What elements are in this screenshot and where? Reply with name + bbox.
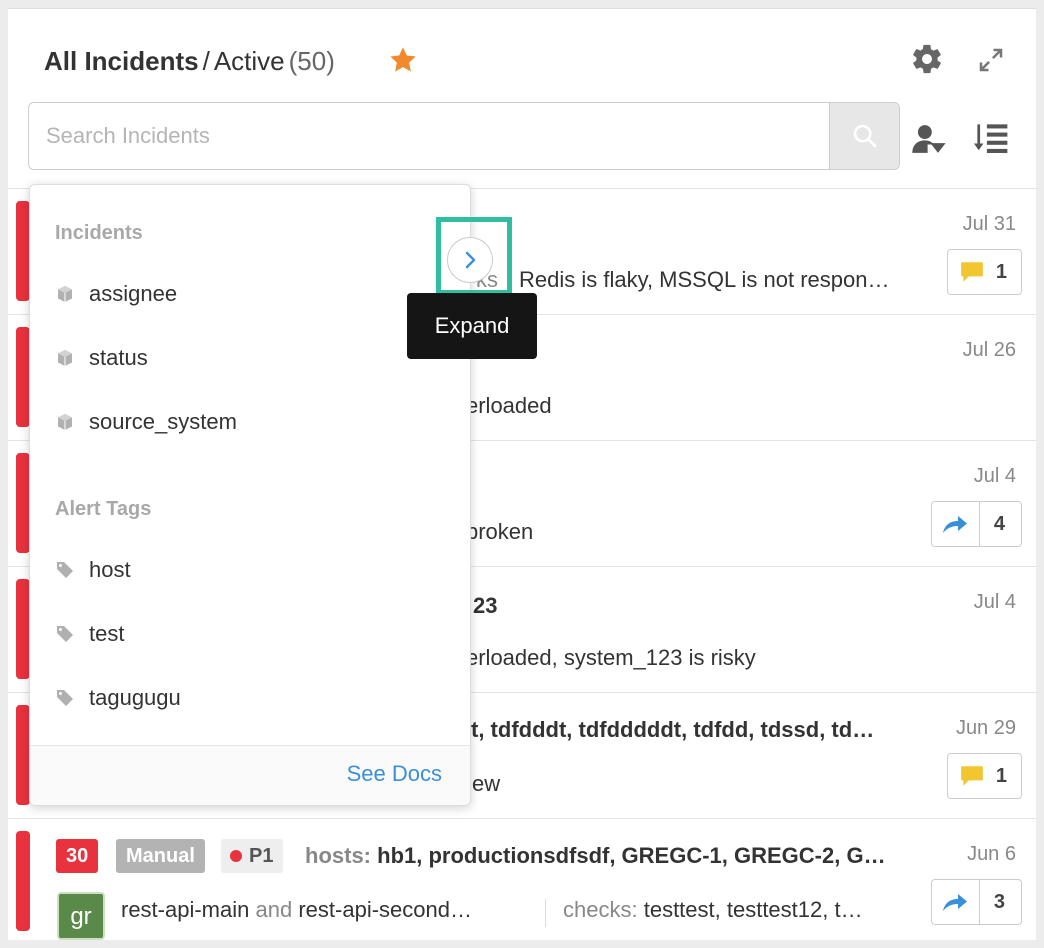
incident-hosts: 23 — [473, 593, 498, 618]
tag-label: test — [89, 621, 125, 646]
search-icon — [853, 124, 876, 148]
alert-count-badge: 30 — [56, 839, 99, 873]
checks-value: testtest, testtest12, t… — [643, 897, 863, 922]
service-and: and — [255, 897, 293, 922]
incident-date: Jul 31 — [962, 213, 1016, 235]
tag-label: tagugugu — [89, 685, 181, 710]
priority-dot-icon — [230, 850, 242, 862]
severity-bar — [16, 327, 30, 427]
incidents-panel: All Incidents / Active (50) Search Incid… — [8, 8, 1036, 940]
incident-services: rest-api-main and rest-api-second… — [121, 897, 472, 923]
share-icon — [932, 880, 980, 924]
field-label: source_system — [89, 409, 237, 434]
incident-alerts: broken — [466, 519, 534, 544]
cube-icon — [55, 412, 75, 432]
field-source-system[interactable]: source_system — [55, 406, 237, 438]
comment-button[interactable]: 1 — [946, 753, 1022, 799]
escalation-button[interactable]: 4 — [930, 501, 1022, 547]
hosts-value: hb1, productionsdfsdf, GREGC-1, GREGC-2,… — [377, 843, 886, 868]
incident-alerts: ew — [472, 771, 501, 796]
tag-host[interactable]: host — [55, 554, 131, 586]
share-icon — [932, 502, 980, 546]
search-bar — [28, 102, 900, 170]
incident-date: Jul 4 — [973, 591, 1016, 613]
incident-alerts: erloaded — [466, 393, 552, 418]
title-separator: / — [202, 46, 210, 76]
incident-date: Jun 6 — [967, 843, 1016, 865]
search-input[interactable] — [29, 103, 829, 169]
incident-hosts: hosts: hb1, productionsdfsdf, GREGC-1, G… — [305, 843, 886, 869]
escalation-count: 4 — [993, 512, 1005, 535]
tag-icon — [55, 560, 75, 580]
comment-count: 1 — [995, 260, 1007, 283]
severity-bar — [16, 705, 30, 805]
incident-alerts: Redis is flaky, MSSQL is not respon… — [519, 267, 890, 292]
title-count: (50) — [288, 46, 335, 76]
divider — [545, 899, 546, 927]
field-assignee[interactable]: assignee — [55, 278, 177, 310]
incident-row[interactable]: 30 Manual P1 hosts: hb1, productionsdfsd… — [8, 818, 1036, 940]
escalation-count: 3 — [993, 890, 1005, 913]
priority-badge: P1 — [221, 839, 284, 873]
tag-label: host — [89, 557, 131, 582]
field-label: assignee — [89, 281, 178, 306]
title-all-incidents[interactable]: All Incidents — [44, 46, 199, 76]
comment-icon — [948, 250, 996, 294]
service-second: rest-api-second… — [298, 897, 472, 922]
field-label: status — [89, 345, 148, 370]
tag-icon — [55, 688, 75, 708]
assignee-filter-icon[interactable] — [911, 122, 947, 156]
service-main: rest-api-main — [121, 897, 250, 922]
incident-date: Jul 26 — [962, 339, 1016, 361]
incident-alerts: erloaded, system_123 is risky — [466, 645, 756, 670]
see-docs-link[interactable]: See Docs — [347, 761, 442, 787]
section-incidents-heading: Incidents — [55, 222, 143, 244]
dropdown-footer: See Docs — [30, 745, 470, 805]
severity-bar — [16, 201, 30, 301]
tag-test[interactable]: test — [55, 618, 124, 650]
incident-checks: checks: testtest, testtest12, t… — [563, 897, 863, 923]
priority-label: P1 — [249, 845, 274, 867]
checks-label: checks: — [563, 897, 638, 922]
expand-tooltip: Expand — [407, 293, 537, 359]
escalation-button[interactable]: 3 — [930, 879, 1022, 925]
search-button[interactable] — [829, 103, 899, 169]
title-view-name: Active — [213, 46, 285, 76]
tag-tagugugu[interactable]: tagugugu — [55, 682, 181, 714]
comment-count: 1 — [995, 764, 1007, 787]
avatar[interactable]: gr — [57, 892, 105, 940]
page-title: All Incidents / Active (50) — [44, 45, 335, 77]
comment-icon — [948, 754, 996, 798]
tag-icon — [55, 624, 75, 644]
field-status[interactable]: status — [55, 342, 148, 374]
section-alert-tags-heading: Alert Tags — [55, 498, 152, 520]
search-suggestions-dropdown: Incidents assignee status source_system … — [29, 184, 471, 806]
incident-date: Jul 4 — [973, 465, 1016, 487]
severity-bar — [16, 453, 30, 553]
cube-icon — [55, 284, 75, 304]
fullscreen-icon[interactable] — [976, 45, 1006, 75]
incident-hosts: t, tdfdddt, tdfdddddt, tdfdd, tdssd, td… — [471, 717, 875, 742]
chevron-right-icon — [465, 251, 476, 269]
expand-dropdown-button[interactable] — [447, 237, 493, 283]
source-badge: Manual — [116, 839, 205, 873]
cube-icon — [55, 348, 75, 368]
incident-date: Jun 29 — [955, 717, 1016, 739]
severity-bar — [16, 579, 30, 679]
severity-bar — [16, 831, 30, 931]
comment-button[interactable]: 1 — [946, 249, 1022, 295]
gear-icon[interactable] — [910, 42, 944, 76]
star-icon[interactable] — [387, 44, 419, 76]
sort-icon[interactable] — [973, 123, 1009, 153]
hosts-label: hosts: — [305, 843, 371, 868]
